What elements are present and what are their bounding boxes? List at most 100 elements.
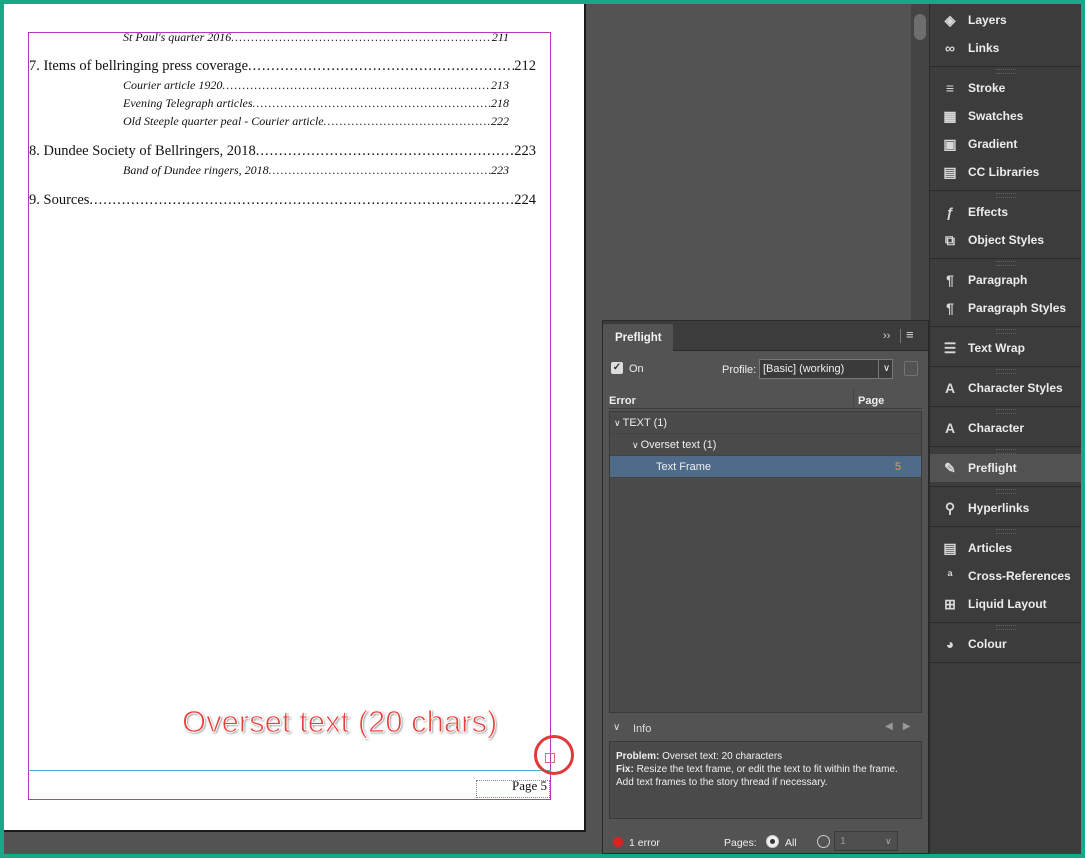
chevron-down-icon[interactable]: ∨ xyxy=(613,722,620,733)
hyperlinks-icon: ⚲ xyxy=(944,499,956,516)
dock-item-label: Character Styles xyxy=(968,381,1063,395)
dock-item-effects[interactable]: ƒ Effects xyxy=(930,198,1081,226)
grip-icon[interactable] xyxy=(995,329,1016,334)
tab-preflight[interactable]: Preflight xyxy=(603,324,673,352)
toc-entry-title: Evening Telegraph articles xyxy=(123,96,253,110)
dock-item-stroke[interactable]: ≡ Stroke xyxy=(930,74,1081,102)
info-nav-arrows-icon[interactable]: ◀▶ xyxy=(885,721,920,732)
dock-group: A Character Styles xyxy=(930,367,1081,407)
gradient-icon: ▣ xyxy=(943,135,957,152)
dock-item-label: Paragraph xyxy=(968,273,1028,287)
dock-item-paragraph-styles[interactable]: ¶ Paragraph Styles xyxy=(930,294,1081,322)
dock-item-articles[interactable]: ▤ Articles xyxy=(930,534,1081,562)
pages-range-value: 1 xyxy=(840,835,846,847)
dock-item-character[interactable]: A Character xyxy=(930,414,1081,442)
preflight-on-checkbox[interactable]: ✓ xyxy=(611,362,623,374)
column-error[interactable]: Error xyxy=(609,395,636,407)
pages-all-label: All xyxy=(785,837,797,849)
indesign-workspace: St Paul's quarter 2016 211 7. Items of bel… xyxy=(4,4,1081,854)
dock-item-text-wrap[interactable]: ☰ Text Wrap xyxy=(930,334,1081,362)
panel-menu-icon[interactable]: ≡ xyxy=(906,327,914,342)
pages-all-radio[interactable] xyxy=(766,835,779,848)
dock-group: ⚲ Hyperlinks xyxy=(930,487,1081,527)
preflight-footer: 1 error Pages: All 1 ∨ xyxy=(603,829,928,853)
dock-item-swatches[interactable]: ▦ Swatches xyxy=(930,102,1081,130)
dock-item-label: Gradient xyxy=(968,137,1018,151)
layers-icon: ◈ xyxy=(944,11,956,28)
fix-text-continued: Add text frames to the story thread if n… xyxy=(616,777,828,788)
toc-leader-dots xyxy=(253,96,491,111)
paragraph-icon: ¶ xyxy=(946,272,954,288)
error-list-row[interactable]: Text Frame 5 xyxy=(610,456,921,478)
overset-highlight-circle xyxy=(534,735,574,775)
dock-item-label: Swatches xyxy=(968,109,1024,123)
vertical-scrollbar[interactable] xyxy=(911,4,929,320)
dock-item-cc-libraries[interactable]: ▤ CC Libraries xyxy=(930,158,1081,186)
collapse-panel-icon[interactable]: ›› xyxy=(883,330,890,342)
dock-group: ☰ Text Wrap xyxy=(930,327,1081,367)
error-list-row[interactable]: ∨ Overset text (1) xyxy=(610,434,921,456)
stroke-icon: ≡ xyxy=(945,80,955,96)
dock-item-layers[interactable]: ◈ Layers xyxy=(930,6,1081,34)
toc-leader-dots xyxy=(324,114,491,129)
object-styles-icon: ⧉ xyxy=(945,231,955,248)
toc-leader-dots xyxy=(248,58,514,76)
dock-item-paragraph[interactable]: ¶ Paragraph xyxy=(930,266,1081,294)
chevron-down-icon[interactable]: ∨ xyxy=(885,836,892,847)
character-styles-icon: A xyxy=(944,380,956,396)
profile-select[interactable]: [Basic] (working) ∨ xyxy=(759,359,893,379)
dock-item-links[interactable]: ∞ Links xyxy=(930,34,1081,62)
grip-icon[interactable] xyxy=(995,625,1016,630)
grip-icon[interactable] xyxy=(995,369,1016,374)
fix-text: Resize the text frame, or edit the text … xyxy=(636,764,898,775)
colour-icon: ◕ xyxy=(945,636,955,652)
grip-icon[interactable] xyxy=(995,409,1016,414)
profile-label: Profile: xyxy=(722,364,757,376)
problem-text: Overset text: 20 characters xyxy=(662,751,783,762)
preflight-options-row: ✓ On Profile: [Basic] (working) ∨ xyxy=(603,357,928,381)
dock-item-gradient[interactable]: ▣ Gradient xyxy=(930,130,1081,158)
dock-group: ≡ Stroke ▦ Swatches ▣ Gradient ▤ CC Libraries xyxy=(930,67,1081,191)
toc-entry-title: Old Steeple quarter peal - Courier artic… xyxy=(123,114,324,128)
chevron-down-icon[interactable]: ∨ xyxy=(614,418,621,428)
toc-entry-page: 218 xyxy=(491,96,509,110)
grip-icon[interactable] xyxy=(995,69,1016,74)
panel-dock: ◈ Layers ∞ Links ≡ Stroke ▦ Swatches ▣ Gradient ▤ C… xyxy=(929,4,1081,854)
document-page[interactable]: St Paul's quarter 2016 211 7. Items of bel… xyxy=(4,4,586,832)
error-list-row[interactable]: ∨ TEXT (1) xyxy=(610,412,921,434)
error-list-page: 5 xyxy=(894,461,901,473)
dock-item-liquid-layout[interactable]: ⊞ Liquid Layout xyxy=(930,590,1081,618)
dock-item-label: Colour xyxy=(968,637,1007,651)
grip-icon[interactable] xyxy=(995,489,1016,494)
toc-entry: Old Steeple quarter peal - Courier artic… xyxy=(123,114,509,129)
dock-item-character-styles[interactable]: A Character Styles xyxy=(930,374,1081,402)
column-page[interactable]: Page xyxy=(853,389,884,407)
dock-item-hyperlinks[interactable]: ⚲ Hyperlinks xyxy=(930,494,1081,522)
dock-item-preflight[interactable]: ✎ Preflight xyxy=(930,454,1081,482)
error-count: 1 error xyxy=(629,837,660,849)
grip-icon[interactable] xyxy=(995,193,1016,198)
dock-item-cross-references[interactable]: ª Cross-References xyxy=(930,562,1081,590)
toc-entry: Courier article 1920 213 xyxy=(123,78,509,93)
grip-icon[interactable] xyxy=(995,449,1016,454)
character-icon: A xyxy=(944,420,956,436)
toc-entry-page: 223 xyxy=(491,163,509,177)
toc-entry: Band of Dundee ringers, 2018 223 xyxy=(123,163,509,178)
info-label: Info xyxy=(633,723,652,735)
dock-group: ¶ Paragraph ¶ Paragraph Styles xyxy=(930,259,1081,327)
pages-range-radio[interactable] xyxy=(817,835,830,848)
grip-icon[interactable] xyxy=(995,529,1016,534)
define-profiles-icon[interactable] xyxy=(904,361,918,376)
dock-item-colour[interactable]: ◕ Colour xyxy=(930,630,1081,658)
chevron-down-icon[interactable]: ∨ xyxy=(632,440,639,450)
chevron-down-icon[interactable]: ∨ xyxy=(878,360,894,378)
scrollbar-thumb[interactable] xyxy=(914,14,926,40)
swatches-icon: ▦ xyxy=(943,107,957,124)
dock-item-object-styles[interactable]: ⧉ Object Styles xyxy=(930,226,1081,254)
dock-item-label: Preflight xyxy=(968,461,1017,475)
error-list-header: Error Page xyxy=(609,389,922,409)
info-section-header[interactable]: ∨ Info ◀▶ xyxy=(609,719,922,739)
text-wrap-icon: ☰ xyxy=(943,339,957,356)
grip-icon[interactable] xyxy=(995,261,1016,266)
effects-icon: ƒ xyxy=(946,204,954,220)
